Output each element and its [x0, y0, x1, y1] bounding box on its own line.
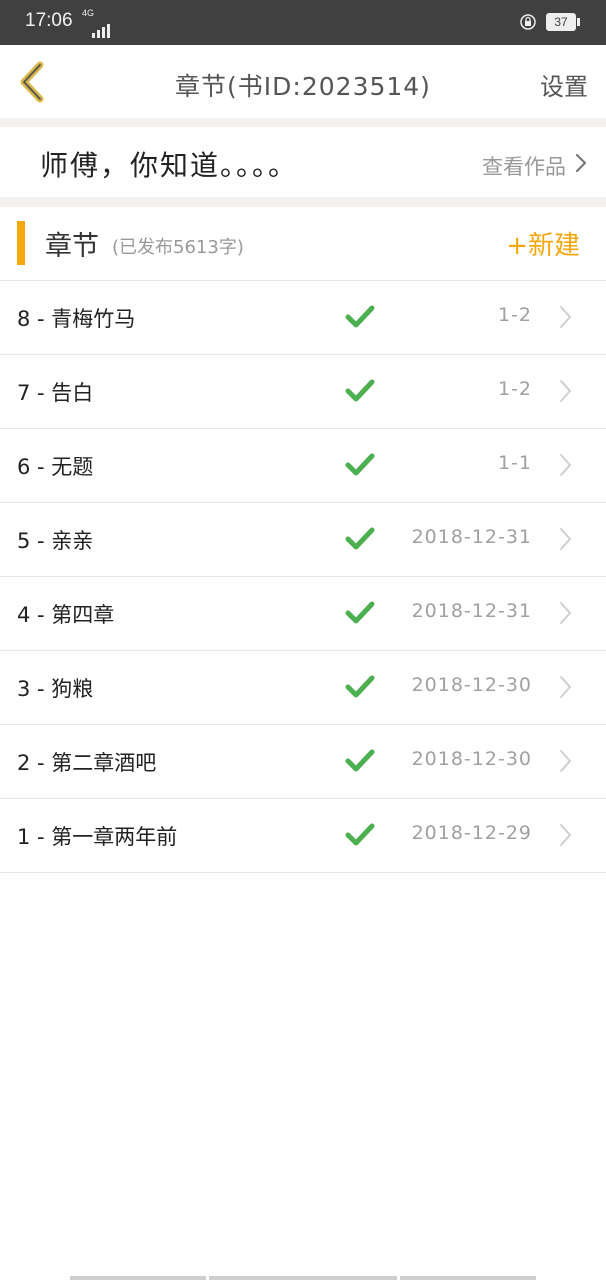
chapter-row[interactable]: 8 - 青梅竹马 1-2 [0, 281, 606, 355]
chapter-date: 2018-12-31 [411, 526, 532, 548]
chapter-row[interactable]: 1 - 第一章两年前 2018-12-29 [0, 799, 606, 873]
nav-indicator [209, 1276, 397, 1280]
accent-bar [17, 221, 25, 265]
view-works-link[interactable]: 查看作品 [482, 151, 566, 181]
chapter-date: 2018-12-29 [411, 822, 532, 844]
chapter-date: 2018-12-31 [411, 600, 532, 622]
chevron-right-icon [560, 750, 571, 772]
header: 章节(书ID:2023514) 设置 [0, 45, 606, 118]
status-time: 17:06 [25, 10, 73, 31]
check-icon [345, 453, 375, 476]
chevron-right-icon [575, 153, 587, 173]
status-bar: 17:06 4G 37 [0, 0, 606, 45]
page-title: 章节(书ID:2023514) [175, 72, 431, 101]
settings-button[interactable]: 设置 [540, 67, 588, 102]
chapter-title: 7 - 告白 [17, 381, 94, 405]
chapter-row[interactable]: 7 - 告白 1-2 [0, 355, 606, 429]
signal-icon [92, 20, 110, 38]
chapter-title: 1 - 第一章两年前 [17, 825, 178, 849]
book-row: 师傅，你知道。。。。 查看作品 [0, 127, 606, 197]
chapter-title: 5 - 亲亲 [17, 529, 94, 553]
check-icon [345, 823, 375, 846]
nav-indicator [70, 1276, 206, 1280]
check-icon [345, 305, 375, 328]
chapter-date: 1-2 [497, 378, 532, 400]
nav-indicator [400, 1276, 536, 1280]
chapter-title: 4 - 第四章 [17, 603, 115, 627]
chapter-date: 2018-12-30 [411, 748, 532, 770]
chevron-right-icon [560, 602, 571, 624]
chevron-right-icon [560, 676, 571, 698]
chevron-right-icon [560, 824, 571, 846]
chevron-right-icon [560, 454, 571, 476]
check-icon [345, 601, 375, 624]
chapter-row[interactable]: 3 - 狗粮 2018-12-30 [0, 651, 606, 725]
rotation-lock-icon [520, 14, 536, 30]
chapter-row[interactable]: 5 - 亲亲 2018-12-31 [0, 503, 606, 577]
chevron-right-icon [560, 380, 571, 402]
chevron-right-icon [560, 528, 571, 550]
battery-tip [577, 18, 580, 26]
chapter-row[interactable]: 6 - 无题 1-1 [0, 429, 606, 503]
chapter-section-header: 章节 (已发布5613字) +新建 [0, 207, 606, 281]
chapter-title: 2 - 第二章酒吧 [17, 751, 157, 775]
divider [0, 118, 606, 127]
book-title: 师傅，你知道。。。。 [40, 149, 299, 182]
chapter-list: 8 - 青梅竹马 1-2 7 - 告白 1-2 6 - 无题 1-1 5 - 亲… [0, 281, 606, 873]
check-icon [345, 675, 375, 698]
check-icon [345, 379, 375, 402]
chapter-date: 1-1 [497, 452, 532, 474]
chapter-date: 1-2 [497, 304, 532, 326]
battery-icon: 37 [546, 13, 576, 31]
chapter-row[interactable]: 4 - 第四章 2018-12-31 [0, 577, 606, 651]
chapter-date: 2018-12-30 [411, 674, 532, 696]
check-icon [345, 749, 375, 772]
chapter-row[interactable]: 2 - 第二章酒吧 2018-12-30 [0, 725, 606, 799]
section-title: 章节 [45, 231, 99, 262]
new-chapter-button[interactable]: +新建 [506, 225, 580, 262]
chevron-right-icon [560, 306, 571, 328]
chapter-title: 3 - 狗粮 [17, 677, 94, 701]
chapter-title: 8 - 青梅竹马 [17, 307, 136, 331]
divider [0, 197, 606, 207]
word-count: (已发布5613字) [112, 237, 244, 258]
check-icon [345, 527, 375, 550]
chapter-title: 6 - 无题 [17, 455, 94, 479]
network-type: 4G [82, 8, 95, 18]
